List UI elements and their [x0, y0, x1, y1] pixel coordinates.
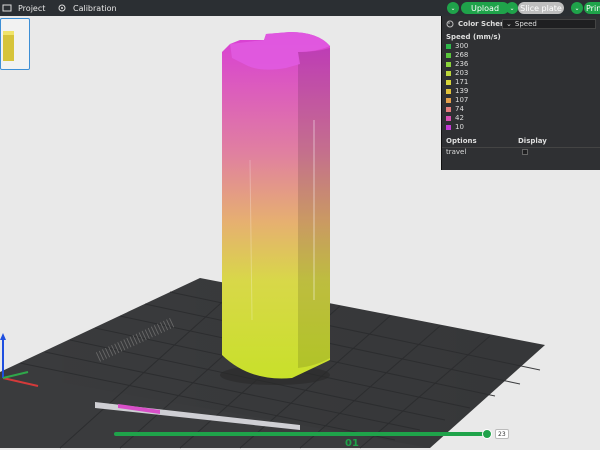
- legend-value: 236: [455, 60, 469, 68]
- legend-value: 203: [455, 69, 469, 77]
- legend-swatch: [446, 79, 451, 85]
- legend-value: 74: [455, 105, 464, 113]
- options-header: Options: [446, 137, 477, 145]
- layer-slider-track[interactable]: [114, 432, 486, 436]
- color-scheme-select[interactable]: ⌄ Speed: [502, 19, 596, 29]
- color-scheme-value: Speed: [514, 20, 537, 28]
- chevron-down-icon: ⌄: [506, 20, 512, 28]
- display-header: Display: [518, 137, 547, 145]
- legend-value: 10: [455, 123, 464, 131]
- legend-value: 171: [455, 78, 469, 86]
- legend-swatch: [446, 124, 451, 130]
- legend-swatch: [446, 106, 451, 112]
- legend-swatch: [446, 52, 451, 58]
- sliced-model: [220, 32, 330, 385]
- palette-icon: [446, 20, 454, 28]
- legend-value: 107: [455, 96, 469, 104]
- legend-swatch: [446, 61, 451, 67]
- option-travel-label: travel: [446, 148, 467, 156]
- legend-swatch: [446, 70, 451, 76]
- layer-value-badge: 23: [495, 429, 509, 439]
- legend-value: 139: [455, 87, 469, 95]
- layer-slider[interactable]: 23: [114, 429, 509, 439]
- legend-swatch: [446, 115, 451, 121]
- travel-display-checkbox[interactable]: [522, 149, 528, 155]
- legend-value: 42: [455, 114, 464, 122]
- color-scheme-panel: Color Scheme ⌄ Speed Speed (mm/s) 300 26…: [441, 16, 600, 170]
- legend-item: 10: [446, 122, 464, 132]
- legend-swatch: [446, 88, 451, 94]
- legend-swatch: [446, 43, 451, 49]
- legend-value: 268: [455, 51, 469, 59]
- legend-swatch: [446, 97, 451, 103]
- layer-slider-handle[interactable]: [482, 429, 492, 439]
- legend-value: 300: [455, 42, 469, 50]
- plate-number: 01: [345, 438, 359, 449]
- svg-text:01: 01: [345, 438, 359, 449]
